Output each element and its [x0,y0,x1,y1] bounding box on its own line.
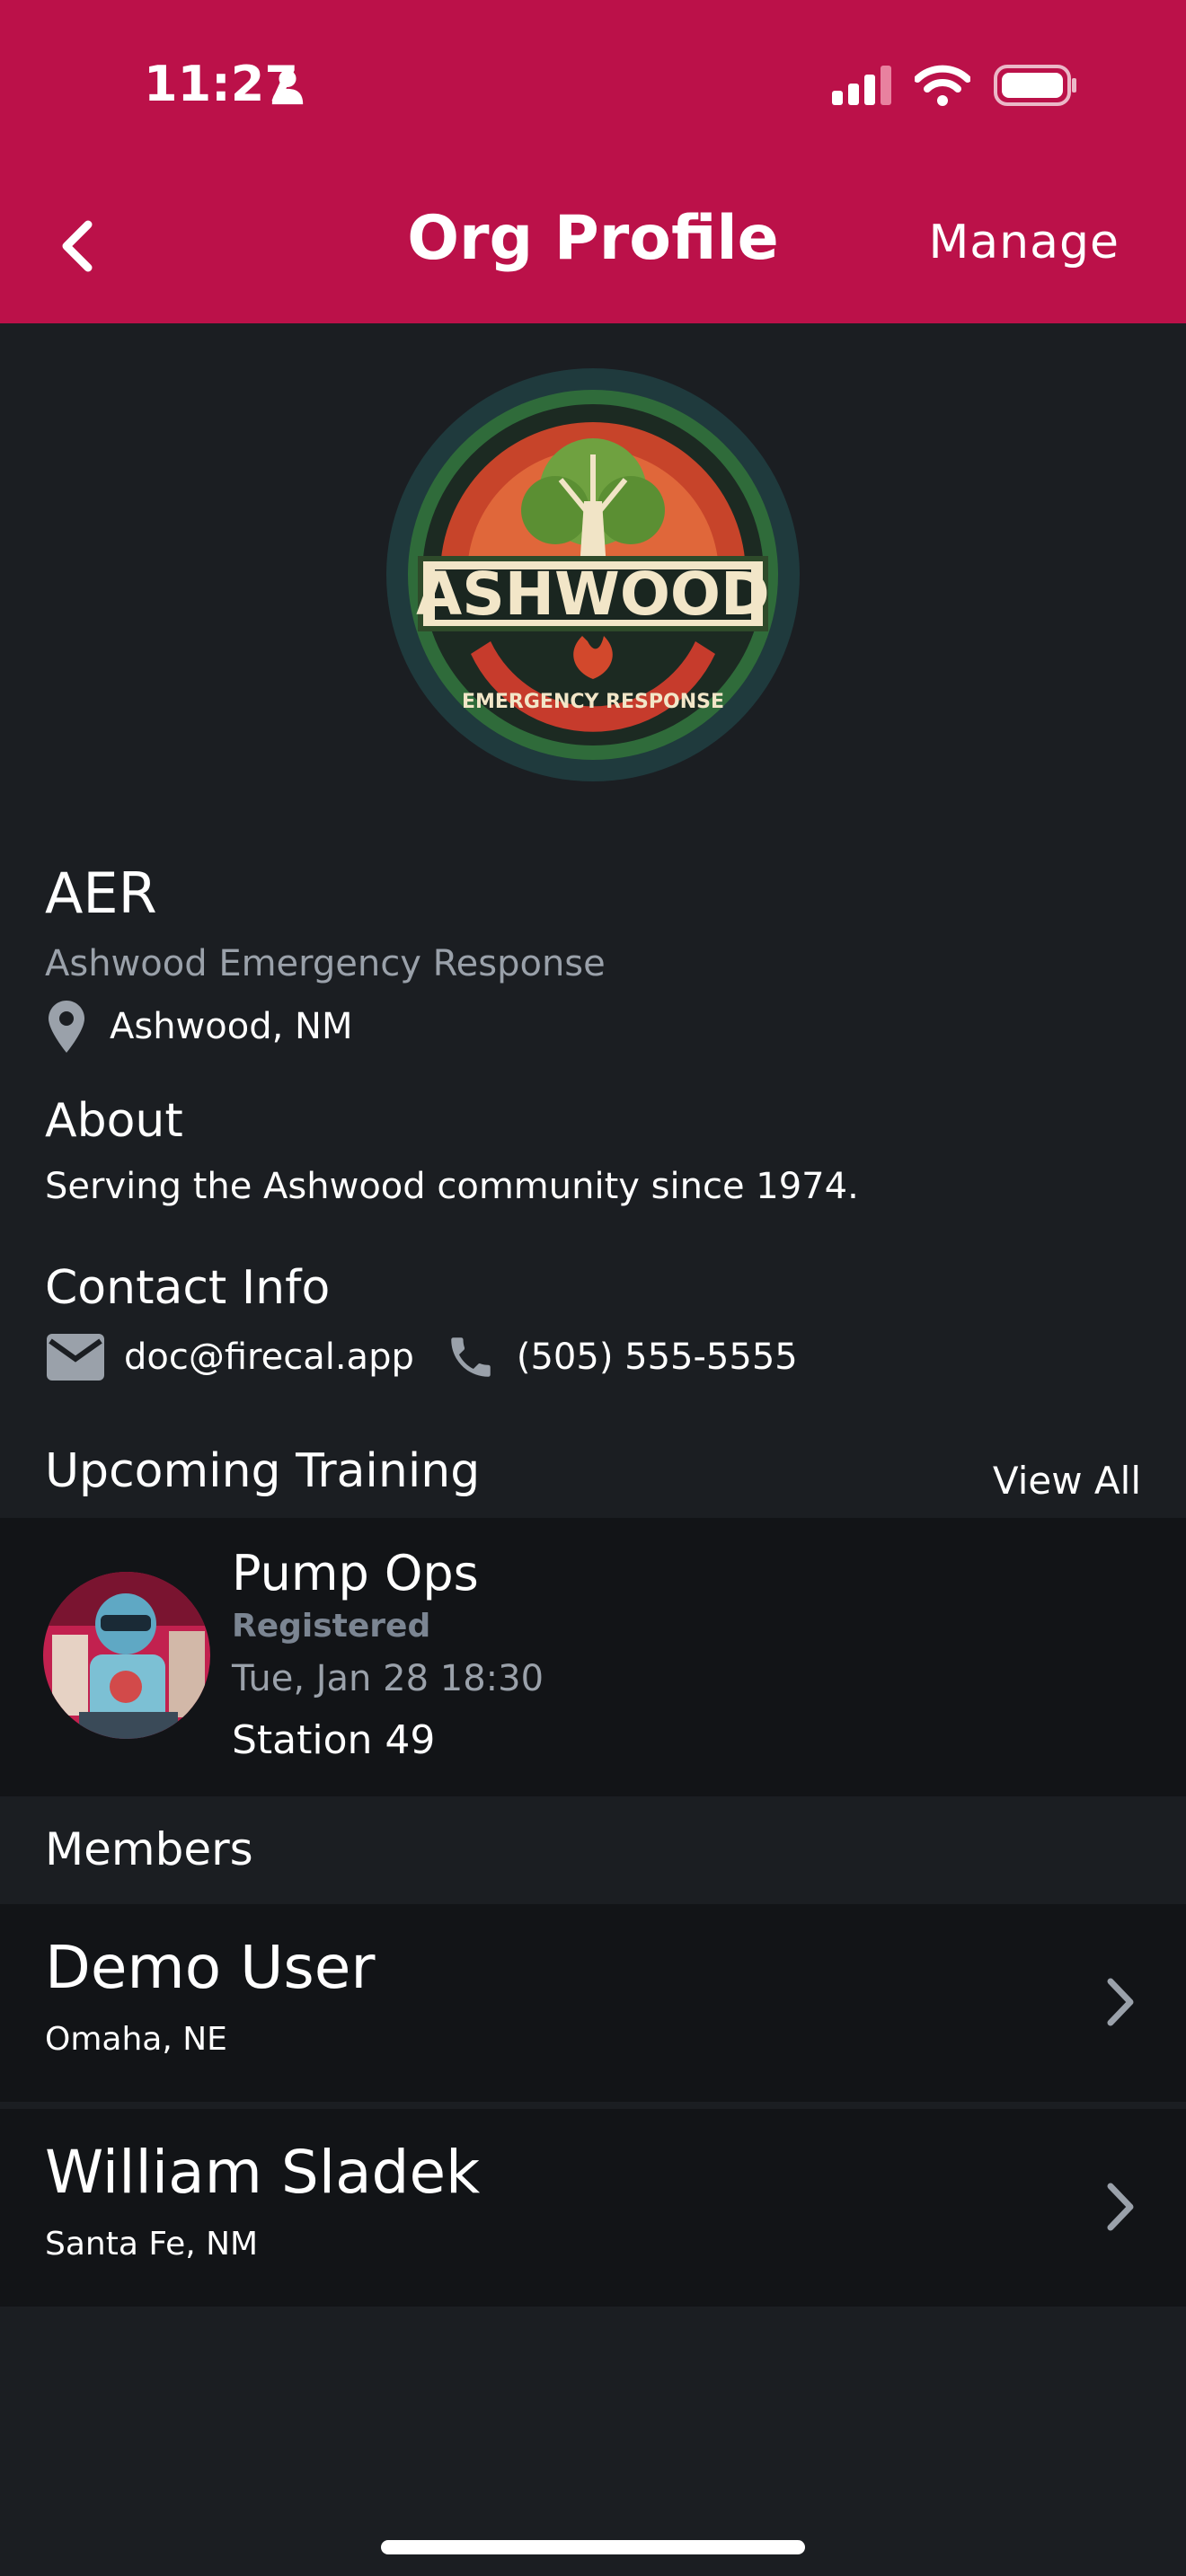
training-status-badge: Registered [232,1608,431,1645]
contact-row: doc@firecal.app (505) 555-5555 [47,1331,798,1383]
member-row[interactable]: William Sladek Santa Fe, NM [0,2109,1186,2307]
view-all-link[interactable]: View All [993,1459,1141,1503]
training-title: Upcoming Training [45,1444,481,1498]
member-name: William Sladek [45,2138,481,2207]
members-title: Members [45,1823,253,1875]
member-row[interactable]: Demo User Omaha, NE [0,1904,1186,2102]
member-name: Demo User [45,1933,376,2002]
home-indicator[interactable] [381,2540,805,2554]
org-logo: ASHWOOD EMERGENCY RESPONSE [385,366,801,783]
org-full-name: Ashwood Emergency Response [45,943,606,984]
about-text: Serving the Ashwood community since 1974… [45,1166,859,1207]
app-header: 11:27 Org Profile Manage [0,0,1186,323]
org-location-text: Ashwood, NM [110,1006,353,1047]
phone-icon [445,1331,497,1383]
location-pin-icon [49,1001,84,1053]
battery-icon [994,65,1076,106]
about-title: About [45,1094,183,1148]
training-card[interactable]: Pump Ops Registered Tue, Jan 28 18:30 St… [0,1518,1186,1796]
status-indicators [832,65,1078,106]
chevron-right-icon [1107,1978,1134,2026]
contact-email[interactable]: doc@firecal.app [124,1337,414,1378]
org-abbreviation: AER [45,860,157,926]
member-location: Omaha, NE [45,2021,227,2058]
training-avatar [43,1572,210,1739]
mail-icon [47,1334,104,1381]
member-location: Santa Fe, NM [45,2226,259,2263]
contact-phone[interactable]: (505) 555-5555 [517,1337,798,1378]
logo-wordmark: ASHWOOD [416,560,770,629]
cellular-signal-icon [832,66,891,105]
logo-subtitle: EMERGENCY RESPONSE [462,691,724,713]
person-icon [271,69,304,105]
chevron-right-icon [1107,2183,1134,2231]
wifi-icon [915,65,970,106]
contact-title: Contact Info [45,1261,331,1315]
org-location: Ashwood, NM [49,1001,352,1053]
manage-button[interactable]: Manage [928,216,1120,269]
training-item-title: Pump Ops [232,1545,479,1601]
training-location: Station 49 [232,1717,436,1763]
training-datetime: Tue, Jan 28 18:30 [232,1658,544,1699]
